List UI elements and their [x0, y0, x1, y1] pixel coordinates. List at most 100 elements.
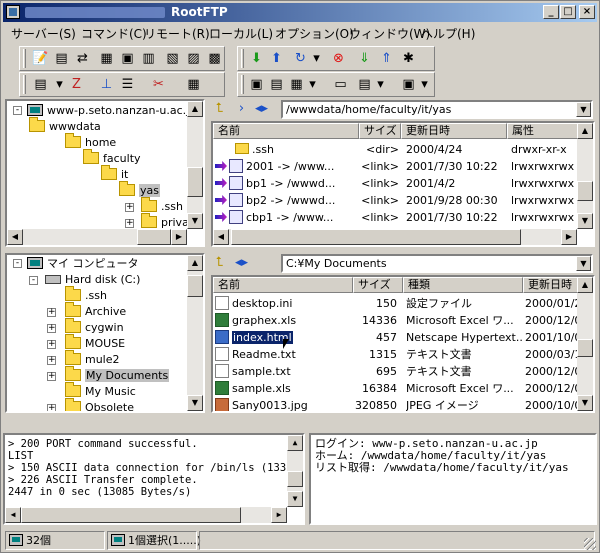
parent-folder-icon[interactable]: ⮤: [211, 100, 228, 117]
upload-icon[interactable]: ⬆: [268, 50, 285, 67]
table-row[interactable]: Readme.txt 1315 テキスト文書 2000/03/1: [213, 346, 581, 363]
new-folder-icon[interactable]: ▭: [332, 76, 349, 93]
sort-icon[interactable]: Z: [68, 76, 85, 93]
scroll-down-icon[interactable]: ▼: [577, 395, 593, 411]
tree-item-remote-host[interactable]: - www-p.seto.nanzan-u.ac.jp: [11, 103, 196, 119]
back-forward-icon[interactable]: ◂▸: [233, 254, 250, 271]
table-row[interactable]: Sany0013.jpg 320850 JPEG イメージ 2000/10/0: [213, 397, 581, 411]
scroll-down-icon[interactable]: ▼: [577, 213, 593, 229]
expand-icon[interactable]: +: [47, 372, 56, 381]
scroll-up-icon[interactable]: ▲: [577, 277, 593, 293]
server-dropdown-icon[interactable]: ▾: [51, 76, 68, 93]
scroll-up-icon[interactable]: ▲: [187, 255, 203, 271]
sjis-icon[interactable]: ▤: [53, 50, 70, 67]
scroll-thumb[interactable]: [577, 181, 593, 201]
table-row[interactable]: sample.txt 695 テキスト文書 2000/12/0: [213, 363, 581, 380]
compare-icon[interactable]: ✱: [400, 50, 417, 67]
bookmark-icon[interactable]: ▤: [356, 76, 373, 93]
local-list-vscroll[interactable]: ▲ ▼: [577, 277, 593, 411]
remote-file-list[interactable]: 名前 サイズ 更新日時 属性 .ssh <dir> 2000/4/24 drwx…: [211, 121, 595, 247]
table-row[interactable]: bp2 -> /wwwd... <link> 2001/9/28 00:30 l…: [213, 192, 577, 209]
expand-icon[interactable]: +: [47, 340, 56, 349]
settings-dropdown-icon[interactable]: ▾: [416, 76, 433, 93]
expand-icon[interactable]: +: [47, 308, 56, 317]
sync-download-icon[interactable]: ⇓: [356, 50, 373, 67]
tree-item-faculty[interactable]: faculty: [83, 149, 141, 167]
menu-options[interactable]: オプション(O): [275, 25, 354, 42]
view-list-icon[interactable]: ▦: [288, 76, 305, 93]
scroll-down-icon[interactable]: ▼: [187, 395, 203, 411]
scroll-right-icon[interactable]: ▶: [271, 507, 287, 523]
view-large-icon[interactable]: ▣: [248, 76, 265, 93]
column-header-size[interactable]: サイズ: [359, 123, 401, 139]
menu-remote[interactable]: リモート(R): [144, 25, 210, 42]
server-list-icon[interactable]: ▤: [32, 76, 49, 93]
scroll-up-icon[interactable]: ▲: [287, 435, 303, 451]
tree-item-cygwin[interactable]: + cygwin: [47, 318, 124, 336]
properties-icon[interactable]: ▦: [185, 76, 202, 93]
jis-icon[interactable]: ▥: [140, 50, 157, 67]
scroll-up-icon[interactable]: ▲: [577, 123, 593, 139]
scroll-down-icon[interactable]: ▼: [287, 491, 303, 507]
resize-grip-icon[interactable]: [584, 538, 596, 550]
scroll-thumb[interactable]: [231, 229, 521, 245]
bookmark-dropdown-icon[interactable]: ▾: [372, 76, 389, 93]
cut-icon[interactable]: ✂: [150, 76, 167, 93]
table-row[interactable]: graphex.xls 14336 Microsoft Excel ワ... 2…: [213, 312, 581, 329]
tree-item-obsolete[interactable]: + Obsolete: [47, 398, 134, 411]
log-vscroll[interactable]: ▲ ▼: [287, 435, 303, 507]
log-panel[interactable]: > 200 PORT command successful. LIST > 15…: [3, 433, 305, 525]
menu-local[interactable]: ローカル(L): [209, 25, 273, 42]
convert-icon[interactable]: ⇄: [74, 50, 91, 67]
sjis-convert-icon[interactable]: ▦: [98, 50, 115, 67]
column-header-kind[interactable]: 種類: [403, 277, 523, 293]
expand-icon[interactable]: +: [47, 324, 56, 333]
tree-item-mouse[interactable]: + MOUSE: [47, 334, 125, 352]
scroll-down-icon[interactable]: ▼: [187, 213, 203, 229]
table-row[interactable]: desktop.ini 150 設定ファイル 2000/01/2: [213, 295, 581, 312]
tree-item-yas[interactable]: yas: [119, 181, 160, 199]
scroll-thumb[interactable]: [287, 471, 303, 487]
tree-item-hard-disk[interactable]: - Hard disk (C:): [29, 272, 140, 288]
minimize-button[interactable]: _: [543, 5, 559, 19]
settings-window-icon[interactable]: ▣: [400, 76, 417, 93]
scroll-left-icon[interactable]: ◀: [7, 229, 23, 245]
scroll-up-icon[interactable]: ▲: [187, 101, 203, 117]
scroll-left-icon[interactable]: ◀: [213, 229, 229, 245]
refresh-dropdown-icon[interactable]: ▾: [308, 50, 325, 67]
collapse-icon[interactable]: -: [13, 106, 22, 115]
local-file-list[interactable]: 名前 サイズ 種類 更新日時 desktop.ini 150 設定ファイル 20…: [211, 275, 595, 413]
table-row[interactable]: 2001 -> /www... <link> 2001/7/30 10:22 l…: [213, 158, 577, 175]
binary-icon[interactable]: ▧: [164, 50, 181, 67]
column-header-size[interactable]: サイズ: [353, 277, 403, 293]
column-header-name[interactable]: 名前: [213, 123, 359, 139]
menu-command[interactable]: コマンド(C): [81, 25, 147, 42]
view-small-icon[interactable]: ▤: [268, 76, 285, 93]
tree-item-my-computer[interactable]: - マイ コンピュータ: [11, 256, 139, 272]
refresh-icon[interactable]: ↻: [292, 50, 309, 67]
collapse-icon[interactable]: -: [13, 259, 22, 268]
tree-item-ssh[interactable]: + .ssh: [125, 197, 183, 215]
table-row[interactable]: sample.xls 16384 Microsoft Excel ワ... 20…: [213, 380, 581, 397]
local-tree-panel[interactable]: - マイ コンピュータ - Hard disk (C:) .ssh + Arch…: [5, 253, 205, 413]
back-forward-icon[interactable]: ◂▸: [253, 100, 270, 117]
chevron-down-icon[interactable]: ▼: [576, 102, 591, 117]
expand-icon[interactable]: +: [47, 356, 56, 365]
app-icon[interactable]: [6, 5, 20, 19]
remote-tree-vscroll[interactable]: ▲ ▼: [187, 101, 203, 229]
transfer-icon[interactable]: ⊥: [98, 76, 115, 93]
scroll-left-icon[interactable]: ◀: [5, 507, 21, 523]
view-dropdown-icon[interactable]: ▾: [304, 76, 321, 93]
column-header-date[interactable]: 更新日時: [401, 123, 507, 139]
collapse-icon[interactable]: -: [29, 276, 38, 285]
euc-icon[interactable]: ▣: [119, 50, 136, 67]
column-header-name[interactable]: 名前: [213, 277, 353, 293]
parent-folder-icon[interactable]: ⮤: [211, 254, 228, 271]
chevron-down-icon[interactable]: ▼: [576, 256, 591, 271]
expand-icon[interactable]: +: [125, 219, 134, 228]
edit-icon[interactable]: 📝: [32, 50, 49, 67]
log-hscroll[interactable]: ◀ ▶: [5, 507, 287, 523]
column-header-date[interactable]: 更新日時: [523, 277, 581, 293]
scroll-right-icon[interactable]: ▶: [171, 229, 187, 245]
scroll-thumb[interactable]: [577, 339, 593, 357]
